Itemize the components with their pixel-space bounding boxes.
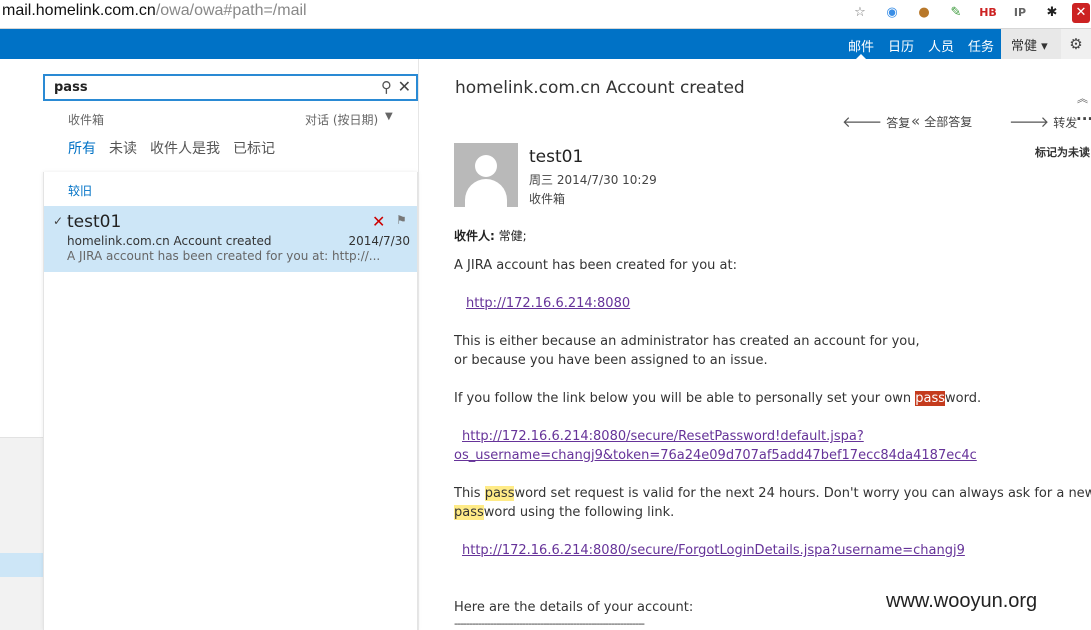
gear-icon[interactable]: ⚙: [1061, 29, 1091, 59]
message-date: 2014/7/30: [348, 234, 410, 248]
filter-bar: 所有 未读 收件人是我 已标记: [68, 138, 288, 158]
spider-extension-icon[interactable]: ✱: [1042, 3, 1062, 23]
body-line: or because you have been assigned to an …: [454, 353, 768, 368]
forward-button[interactable]: 🡒 转发: [1009, 112, 1077, 131]
folder-pane-selected[interactable]: [0, 553, 43, 577]
body-line: If you follow the link below you will be…: [454, 391, 982, 406]
nav-calendar[interactable]: 日历: [881, 29, 921, 59]
nav-people[interactable]: 人员: [921, 29, 961, 59]
reply-arrow-icon: 🡐: [842, 113, 883, 131]
collapse-icon[interactable]: ︽: [1077, 90, 1088, 106]
mark-unread-link[interactable]: 标记为未读: [1035, 144, 1090, 160]
forgot-login-link[interactable]: http://172.16.6.214:8080/secure/ForgotLo…: [462, 543, 965, 558]
folder-label: 收件箱: [68, 113, 105, 127]
nav-mail[interactable]: 邮件: [841, 29, 881, 59]
pane-divider[interactable]: [418, 59, 419, 630]
reply-all-button[interactable]: «全部答复: [911, 112, 972, 130]
nav-tasks[interactable]: 任务: [961, 29, 1001, 59]
message-subject: homelink.com.cn Account created: [67, 234, 272, 248]
filter-flagged[interactable]: 已标记: [233, 138, 275, 158]
close-extension-icon[interactable]: ✕: [1072, 3, 1090, 23]
recipients: 收件人: 常健;: [454, 229, 527, 243]
browser-address-bar[interactable]: mail.homelink.com.cn/owa/owa#path=/mail …: [0, 0, 1091, 29]
search-extension-icon[interactable]: ◉: [882, 3, 902, 23]
nav-links: 邮件 日历 人员 任务: [841, 29, 1001, 59]
close-icon[interactable]: ✕: [398, 77, 411, 96]
top-nav-bar: 邮件 日历 人员 任务 常健 ▾ ⚙: [0, 29, 1091, 59]
check-icon[interactable]: ✓: [53, 214, 63, 228]
ip-extension-icon[interactable]: IP: [1010, 3, 1030, 23]
body-line: Here are the details of your account:: [454, 600, 694, 615]
reading-subject: homelink.com.cn Account created: [455, 78, 745, 98]
watermark: www.wooyun.org: [886, 590, 1038, 612]
body-line: A JIRA account has been created for you …: [454, 258, 737, 273]
filter-all[interactable]: 所有: [68, 138, 96, 158]
bookmark-star-icon[interactable]: ☆: [850, 3, 870, 23]
chevron-down-icon[interactable]: ▼: [385, 111, 393, 122]
forward-arrow-icon: 🡒: [1009, 113, 1050, 131]
url-text[interactable]: mail.homelink.com.cn/owa/owa#path=/mail: [2, 2, 307, 20]
body-line: This is either because an administrator …: [454, 334, 920, 349]
filter-unread[interactable]: 未读: [109, 138, 137, 158]
reset-password-link[interactable]: http://172.16.6.214:8080/secure/ResetPas…: [462, 429, 864, 444]
folder-pane: [0, 59, 43, 630]
hackbar-extension-icon[interactable]: HB: [978, 3, 998, 23]
flag-icon[interactable]: ⚑: [396, 213, 407, 227]
avatar: [454, 143, 518, 207]
reply-button[interactable]: 🡐 答复: [842, 112, 910, 131]
jira-link[interactable]: http://172.16.6.214:8080: [466, 296, 630, 311]
sent-time: 周三 2014/7/30 10:29: [529, 173, 657, 187]
sender-name[interactable]: test01: [529, 147, 583, 167]
search-highlight: pass: [484, 486, 515, 501]
delete-icon[interactable]: ✕: [372, 212, 385, 231]
search-input[interactable]: [54, 80, 354, 95]
reset-password-link-cont[interactable]: os_username=changj9&token=76a24e09d707af…: [454, 448, 977, 463]
folder-pane-bottom: [0, 437, 43, 630]
recipient-name[interactable]: 常健;: [499, 229, 527, 243]
reply-all-icon: «: [911, 112, 921, 130]
filter-to-me[interactable]: 收件人是我: [150, 138, 220, 158]
edit-extension-icon[interactable]: ✎: [946, 3, 966, 23]
message-folder: 收件箱: [529, 192, 566, 206]
sort-dropdown[interactable]: 对话 (按日期): [305, 111, 378, 128]
search-highlight: pass: [454, 505, 484, 520]
body-line: This password set request is valid for t…: [454, 486, 1091, 501]
message-sender: test01: [67, 212, 122, 232]
body-line: password using the following link.: [454, 505, 675, 520]
cookie-extension-icon[interactable]: ●: [914, 3, 934, 23]
separator-line: ----------------------------------------…: [454, 617, 645, 630]
search-icon[interactable]: ⚲: [381, 78, 392, 96]
more-icon[interactable]: ···: [1076, 110, 1091, 128]
search-box[interactable]: ⚲ ✕: [43, 74, 418, 101]
user-menu[interactable]: 常健 ▾: [1001, 29, 1061, 59]
group-header[interactable]: 较旧: [68, 182, 92, 199]
list-item[interactable]: ✓ test01 ✕ ⚑ homelink.com.cn Account cre…: [44, 206, 417, 272]
search-highlight-active: pass: [915, 391, 946, 406]
message-preview: A JIRA account has been created for you …: [67, 249, 381, 263]
